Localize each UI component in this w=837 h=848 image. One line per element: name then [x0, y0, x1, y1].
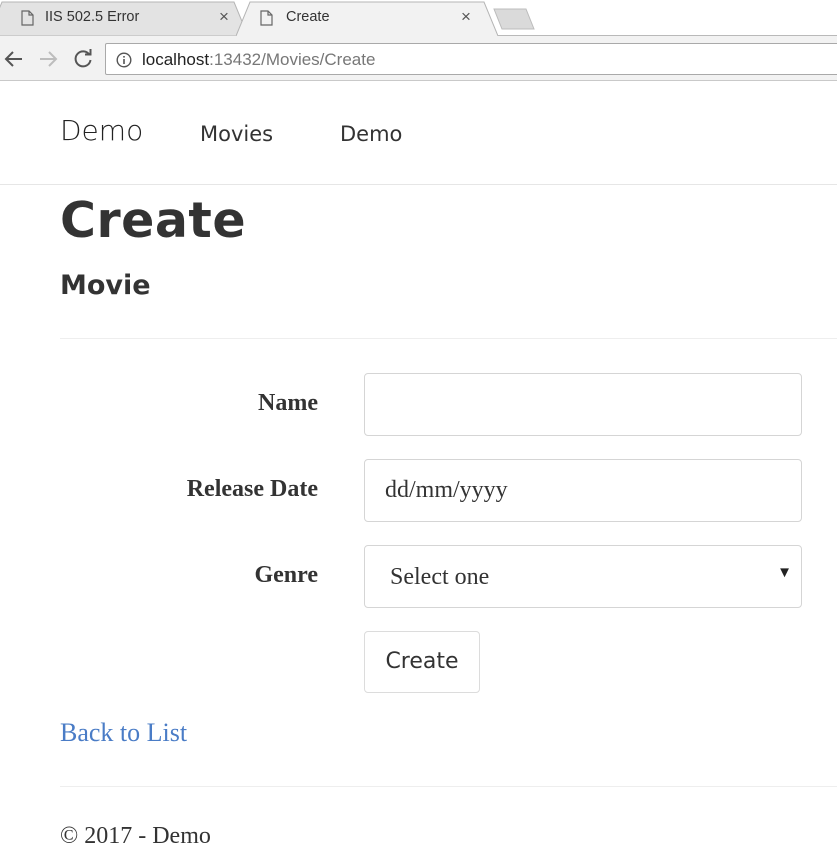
document-icon [21, 10, 34, 26]
divider [60, 338, 837, 339]
create-button[interactable]: Create [364, 631, 480, 693]
chevron-down-icon: ▼ [777, 565, 792, 581]
nav-link-demo[interactable]: Demo [340, 122, 402, 146]
genre-label: Genre [254, 562, 318, 588]
arrow-right-icon[interactable] [36, 47, 60, 71]
footer-copyright: © 2017 - Demo [60, 823, 211, 848]
release-date-label: Release Date [186, 476, 318, 502]
reload-icon[interactable] [71, 47, 95, 71]
navbar-brand[interactable]: Demo [60, 114, 143, 147]
new-tab-button[interactable] [492, 8, 536, 30]
site-navbar: Demo Movies Demo [0, 82, 837, 185]
url-host: localhost [142, 50, 210, 69]
genre-selected-value: Select one [390, 564, 490, 590]
nav-link-movies[interactable]: Movies [200, 122, 273, 146]
back-to-list-link[interactable]: Back to List [60, 718, 187, 748]
name-input[interactable] [364, 373, 802, 436]
tab-close-icon[interactable]: × [461, 7, 471, 27]
url-path: :13432/Movies/Create [209, 50, 376, 69]
tab-close-icon[interactable]: × [219, 7, 229, 27]
tab-iis-error[interactable]: IIS 502.5 Error × [0, 1, 248, 36]
page-subtitle: Movie [60, 270, 151, 301]
release-date-input[interactable]: dd/mm/yyyy [364, 459, 802, 522]
arrow-left-icon[interactable] [2, 47, 26, 71]
tab-shape [236, 1, 498, 36]
name-label: Name [258, 390, 318, 416]
info-icon[interactable] [116, 52, 132, 68]
footer-divider [60, 786, 837, 787]
tab-create[interactable]: Create × [236, 1, 498, 36]
page-title: Create [60, 192, 247, 249]
address-bar[interactable]: localhost:13432/Movies/Create [105, 43, 837, 75]
url-text[interactable]: localhost:13432/Movies/Create [142, 50, 375, 70]
tab-title: IIS 502.5 Error [45, 9, 140, 25]
tab-strip: IIS 502.5 Error × Create × [0, 0, 837, 36]
release-date-placeholder: dd/mm/yyyy [385, 477, 508, 503]
browser-toolbar: localhost:13432/Movies/Create [0, 36, 837, 81]
tab-title: Create [286, 9, 330, 25]
document-icon [260, 10, 273, 26]
genre-select[interactable]: Select one ▼ [364, 545, 802, 608]
